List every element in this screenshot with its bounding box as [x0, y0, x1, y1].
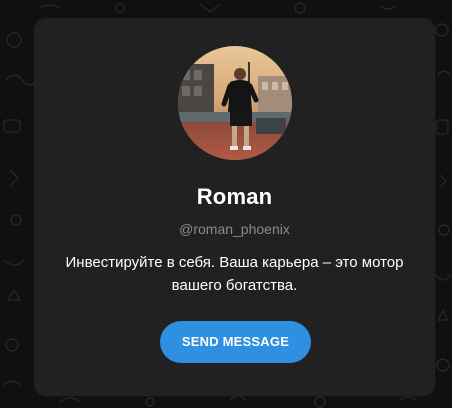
chat-background: Roman @roman_phoenix Инвестируйте в себя…: [0, 0, 452, 408]
profile-bio: Инвестируйте в себя. Ваша карьера – это …: [65, 254, 404, 294]
profile-card: Roman @roman_phoenix Инвестируйте в себя…: [34, 18, 435, 396]
avatar-photo: [178, 46, 292, 160]
profile-username[interactable]: @roman_phoenix: [34, 221, 435, 237]
profile-name: Roman: [196, 184, 273, 209]
avatar[interactable]: [178, 46, 292, 160]
send-message-button[interactable]: SEND MESSAGE: [160, 321, 311, 363]
